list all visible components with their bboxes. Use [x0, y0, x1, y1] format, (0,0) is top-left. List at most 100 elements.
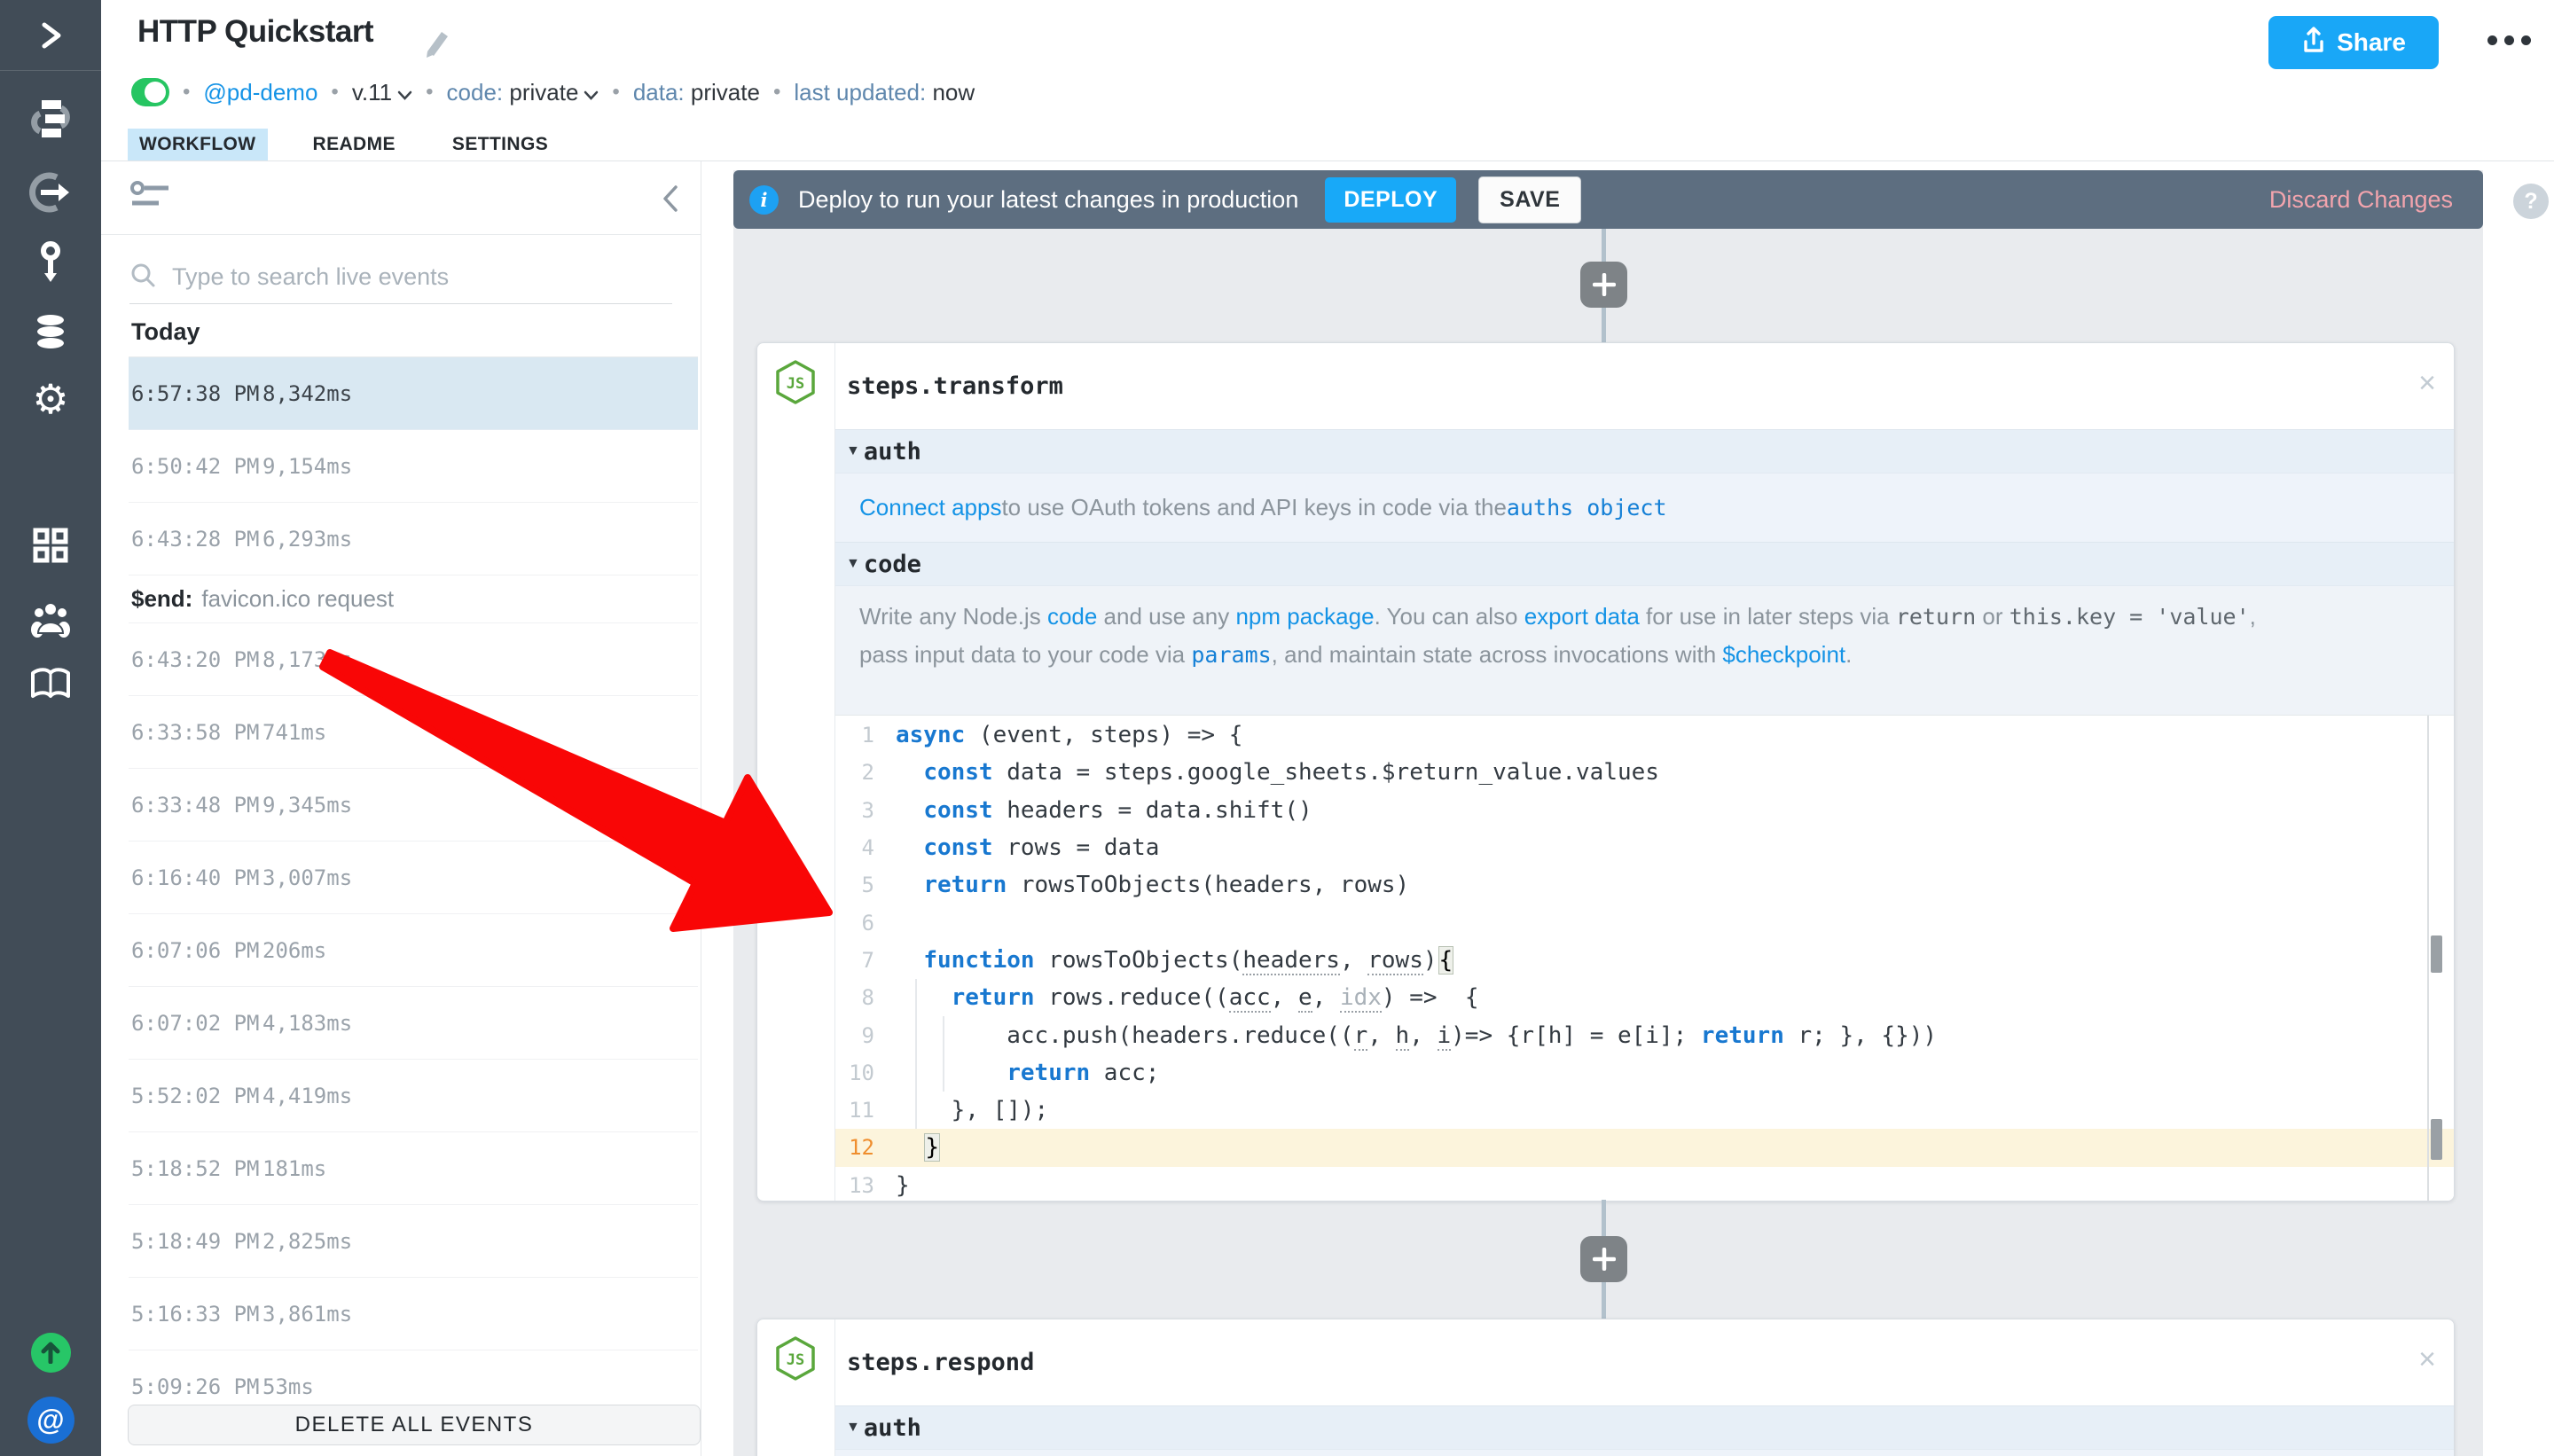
owner-link[interactable]: @pd-demo: [203, 79, 317, 106]
code-line[interactable]: 9 acc.push(headers.reduce((r, h, i)=> {r…: [835, 1016, 2454, 1053]
code-line[interactable]: 1async (event, steps) => {: [835, 716, 2454, 754]
tab-settings[interactable]: SETTINGS: [441, 129, 560, 160]
event-time: 5:52:02 PM: [131, 1084, 262, 1108]
collapse-triangle-icon: ▼: [846, 443, 860, 459]
close-step-icon[interactable]: ×: [2418, 368, 2436, 398]
search-input[interactable]: [170, 262, 672, 292]
event-row[interactable]: 6:07:06 PM206ms: [129, 914, 698, 987]
filter-icon[interactable]: [129, 180, 172, 220]
text-segment: return: [923, 872, 1007, 898]
text-segment: ,: [1340, 947, 1367, 974]
code-line[interactable]: 10 return acc;: [835, 1054, 2454, 1092]
step-name: steps.transform: [847, 372, 1063, 400]
version-dropdown[interactable]: v.11: [352, 79, 412, 106]
text-segment: ,: [2250, 603, 2256, 630]
apps-grid-icon[interactable]: [0, 524, 101, 567]
docs-book-icon[interactable]: [0, 664, 101, 707]
auth-section-header[interactable]: ▼ auth: [835, 1405, 2454, 1450]
text-segment: , and maintain state across invocations …: [1272, 641, 1723, 668]
text-segment: ): [1423, 947, 1438, 974]
event-row[interactable]: 6:16:40 PM3,007ms: [129, 842, 698, 914]
text-segment: ) => {: [1382, 984, 1479, 1011]
inline-link[interactable]: params: [1191, 642, 1271, 668]
editor-scrollbar-thumb[interactable]: [2431, 1119, 2442, 1160]
text-segment: }, []);: [896, 1097, 1048, 1123]
nodejs-icon: JS: [773, 359, 818, 410]
keys-icon[interactable]: [0, 242, 101, 285]
data-stores-icon[interactable]: [0, 311, 101, 354]
collapse-panel-icon[interactable]: [660, 184, 681, 218]
editor-scrollbar-thumb[interactable]: [2431, 935, 2442, 973]
whats-new-icon[interactable]: [0, 1331, 101, 1374]
event-row[interactable]: 6:07:02 PM4,183ms: [129, 987, 698, 1060]
community-icon[interactable]: [0, 597, 101, 639]
more-options-button[interactable]: [2487, 35, 2531, 45]
add-step-button[interactable]: [1580, 1236, 1627, 1282]
account-avatar[interactable]: @: [0, 1396, 101, 1444]
tab-readme[interactable]: README: [302, 129, 407, 160]
event-row[interactable]: 6:50:42 PM9,154ms: [129, 430, 698, 503]
code-editor[interactable]: 1async (event, steps) => {2 const data =…: [835, 716, 2454, 1202]
code-section-header[interactable]: ▼ code: [835, 542, 2454, 586]
inline-link[interactable]: auths object: [1507, 495, 1667, 521]
event-time: 6:50:42 PM: [131, 454, 262, 479]
event-row[interactable]: 6:43:20 PM8,173ms: [129, 623, 698, 696]
event-time: 6:43:28 PM: [131, 527, 262, 552]
event-row[interactable]: 6:57:38 PM8,342ms: [129, 357, 698, 430]
close-step-icon[interactable]: ×: [2418, 1344, 2436, 1374]
code-line[interactable]: 13}: [835, 1167, 2454, 1202]
add-step-button[interactable]: [1580, 262, 1627, 308]
deploy-button[interactable]: DEPLOY: [1325, 177, 1456, 223]
code-line[interactable]: 8 return rows.reduce((acc, e, idx) => {: [835, 979, 2454, 1016]
text-segment: for use in later steps via: [1640, 603, 1896, 630]
code-line[interactable]: 5 return rowsToObjects(headers, rows): [835, 866, 2454, 904]
text-segment: [896, 834, 923, 861]
meta-bullet: •: [773, 80, 780, 105]
tab-workflow[interactable]: WORKFLOW: [128, 129, 268, 160]
expand-chevron-icon[interactable]: [0, 14, 101, 57]
code-line[interactable]: 11 }, []);: [835, 1092, 2454, 1129]
event-row[interactable]: 6:33:58 PM741ms: [129, 696, 698, 769]
event-row[interactable]: 5:18:49 PM2,825ms: [129, 1205, 698, 1278]
edit-title-icon[interactable]: [422, 25, 452, 63]
inline-link[interactable]: export data: [1524, 603, 1640, 630]
text-segment: [896, 797, 923, 824]
inline-link[interactable]: Connect apps: [859, 494, 1001, 521]
data-visibility: data: private: [633, 79, 760, 106]
event-row[interactable]: 6:33:48 PM9,345ms: [129, 769, 698, 842]
event-duration: 6,293ms: [262, 527, 352, 552]
inline-link[interactable]: npm package: [1235, 603, 1374, 630]
help-button[interactable]: ?: [2513, 184, 2549, 219]
code-text: return rows.reduce((acc, e, idx) => {: [883, 984, 1479, 1011]
settings-gear-icon[interactable]: ⚙: [0, 378, 101, 420]
share-button[interactable]: Share: [2268, 16, 2439, 69]
save-button[interactable]: SAVE: [1478, 176, 1581, 223]
text-segment: data = steps.google_sheets.$return_value…: [993, 759, 1659, 786]
discard-changes-link[interactable]: Discard Changes: [2269, 186, 2453, 214]
code-line[interactable]: 3 const headers = data.shift(): [835, 792, 2454, 829]
code-line[interactable]: 4 const rows = data: [835, 829, 2454, 866]
workflow-active-toggle[interactable]: [131, 78, 169, 106]
text-segment: [896, 947, 923, 974]
event-row[interactable]: 5:18:52 PM181ms: [129, 1132, 698, 1205]
event-list: 6:57:38 PM8,342ms6:50:42 PM9,154ms6:43:2…: [129, 356, 698, 1423]
event-label-row[interactable]: $end:favicon.ico request: [129, 575, 698, 623]
step-card-header: steps.transform ×: [835, 343, 2454, 429]
code-line[interactable]: 2 const data = steps.google_sheets.$retu…: [835, 754, 2454, 791]
code-text: const data = steps.google_sheets.$return…: [883, 759, 1659, 786]
code-line[interactable]: 7 function rowsToObjects(headers, rows){: [835, 942, 2454, 979]
auth-section-header[interactable]: ▼ auth: [835, 429, 2454, 474]
event-row[interactable]: 6:43:28 PM6,293ms: [129, 503, 698, 575]
code-visibility-dropdown[interactable]: code: private: [447, 79, 599, 106]
code-line[interactable]: 6: [835, 904, 2454, 941]
text-segment: [896, 1060, 1007, 1086]
delete-all-events-button[interactable]: DELETE ALL EVENTS: [128, 1405, 701, 1445]
event-duration: 3,007ms: [262, 865, 352, 890]
code-line[interactable]: 12 }: [835, 1129, 2454, 1166]
event-sources-icon[interactable]: [0, 171, 101, 214]
inline-link[interactable]: code: [1047, 603, 1097, 630]
event-row[interactable]: 5:52:02 PM4,419ms: [129, 1060, 698, 1132]
workflows-icon[interactable]: [0, 98, 101, 141]
event-row[interactable]: 5:16:33 PM3,861ms: [129, 1278, 698, 1350]
inline-link[interactable]: $checkpoint: [1722, 641, 1845, 668]
